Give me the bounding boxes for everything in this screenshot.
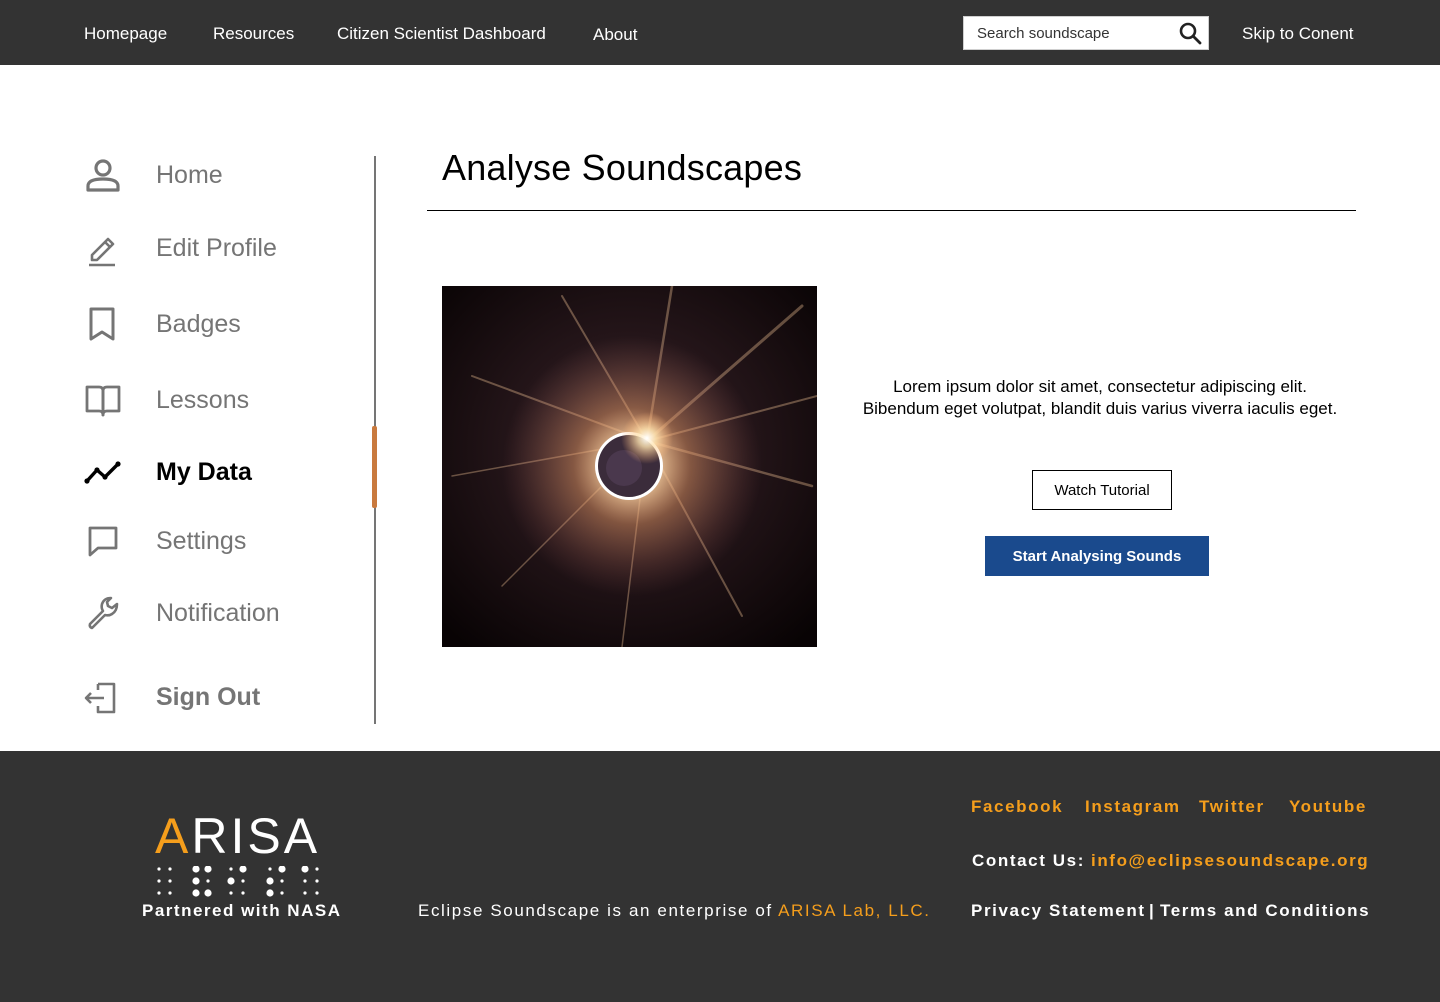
title-divider (427, 210, 1356, 211)
nav-link-resources[interactable]: Resources (213, 22, 294, 46)
watch-tutorial-button[interactable]: Watch Tutorial (1032, 470, 1172, 510)
sidebar-item-label: My Data (156, 458, 252, 486)
youtube-link[interactable]: Youtube (1289, 797, 1367, 817)
contact-label: Contact Us: (972, 851, 1085, 870)
enterprise-text: Eclipse Soundscape is an enterprise of A… (418, 901, 931, 920)
sidebar-item-my-data[interactable]: My Data (84, 447, 354, 497)
search-box (963, 16, 1209, 50)
sign-out-icon (84, 682, 116, 714)
sidebar-item-notification[interactable]: Notification (84, 588, 354, 638)
sidebar-item-label: Lessons (156, 386, 250, 414)
pencil-icon (89, 237, 115, 267)
terms-link[interactable]: Terms and Conditions (1160, 901, 1370, 921)
sidebar-item-label: Edit Profile (156, 234, 277, 262)
instagram-link[interactable]: Instagram (1085, 797, 1181, 817)
person-icon (86, 159, 120, 192)
sidebar-item-edit-profile[interactable]: Edit Profile (84, 223, 354, 273)
search-input[interactable] (977, 22, 1167, 44)
sidebar-item-sign-out[interactable]: Sign Out (84, 672, 354, 722)
sidebar-item-settings[interactable]: Settings (84, 516, 354, 566)
sidebar: Home Edit Profile Badges Lessons My Data… (0, 140, 380, 730)
contact-email-link[interactable]: info@eclipsesoundscape.org (1091, 851, 1369, 871)
sidebar-item-label: Home (156, 161, 223, 189)
sidebar-item-label: Badges (156, 310, 241, 338)
logo-wordmark: ARISA (155, 808, 321, 864)
book-icon (85, 385, 121, 417)
sidebar-item-label: Settings (156, 527, 247, 555)
facebook-link[interactable]: Facebook (971, 797, 1063, 817)
eclipse-image (442, 286, 817, 647)
arisa-lab-link[interactable]: ARISA Lab, LLC. (778, 901, 931, 920)
privacy-statement-link[interactable]: Privacy Statement (971, 901, 1146, 921)
description-line-1: Lorem ipsum dolor sit amet, consectetur … (893, 377, 1307, 396)
description: Lorem ipsum dolor sit amet, consectetur … (840, 376, 1360, 420)
sidebar-item-lessons[interactable]: Lessons (84, 375, 354, 425)
nav-link-about[interactable]: About (593, 23, 637, 47)
start-analysing-button[interactable]: Start Analysing Sounds (985, 536, 1209, 576)
legal-separator: | (1149, 901, 1156, 920)
nav-link-citizen-scientist-dashboard[interactable]: Citizen Scientist Dashboard (337, 22, 546, 46)
sidebar-item-badges[interactable]: Badges (84, 299, 354, 349)
active-item-indicator (372, 426, 377, 508)
sidebar-item-label: Sign Out (156, 683, 261, 711)
eclipse-illustration (442, 286, 817, 647)
page-title: Analyse Soundscapes (442, 147, 803, 188)
sidebar-item-home[interactable]: Home (84, 150, 354, 200)
arisa-logo[interactable]: ARISA (155, 808, 325, 897)
skip-to-content-link[interactable]: Skip to Conent (1242, 22, 1354, 46)
partner-text: Partnered with NASA (142, 901, 342, 920)
trend-line-icon (84, 461, 121, 484)
description-line-2: Bibendum eget volutpat, blandit duis var… (862, 399, 1338, 418)
search-icon[interactable] (1178, 21, 1202, 45)
top-nav-bar: Homepage Resources Citizen Scientist Das… (0, 0, 1440, 65)
twitter-link[interactable]: Twitter (1199, 797, 1265, 817)
wrench-icon (88, 596, 119, 630)
braille-dots-icon (157, 866, 319, 897)
sidebar-item-label: Notification (156, 599, 280, 627)
bookmark-icon (89, 307, 115, 341)
footer: ARISA Partnered with NASA Eclipse Sounds… (0, 751, 1440, 1002)
chat-bubble-icon (88, 526, 118, 557)
nav-link-homepage[interactable]: Homepage (84, 22, 167, 46)
